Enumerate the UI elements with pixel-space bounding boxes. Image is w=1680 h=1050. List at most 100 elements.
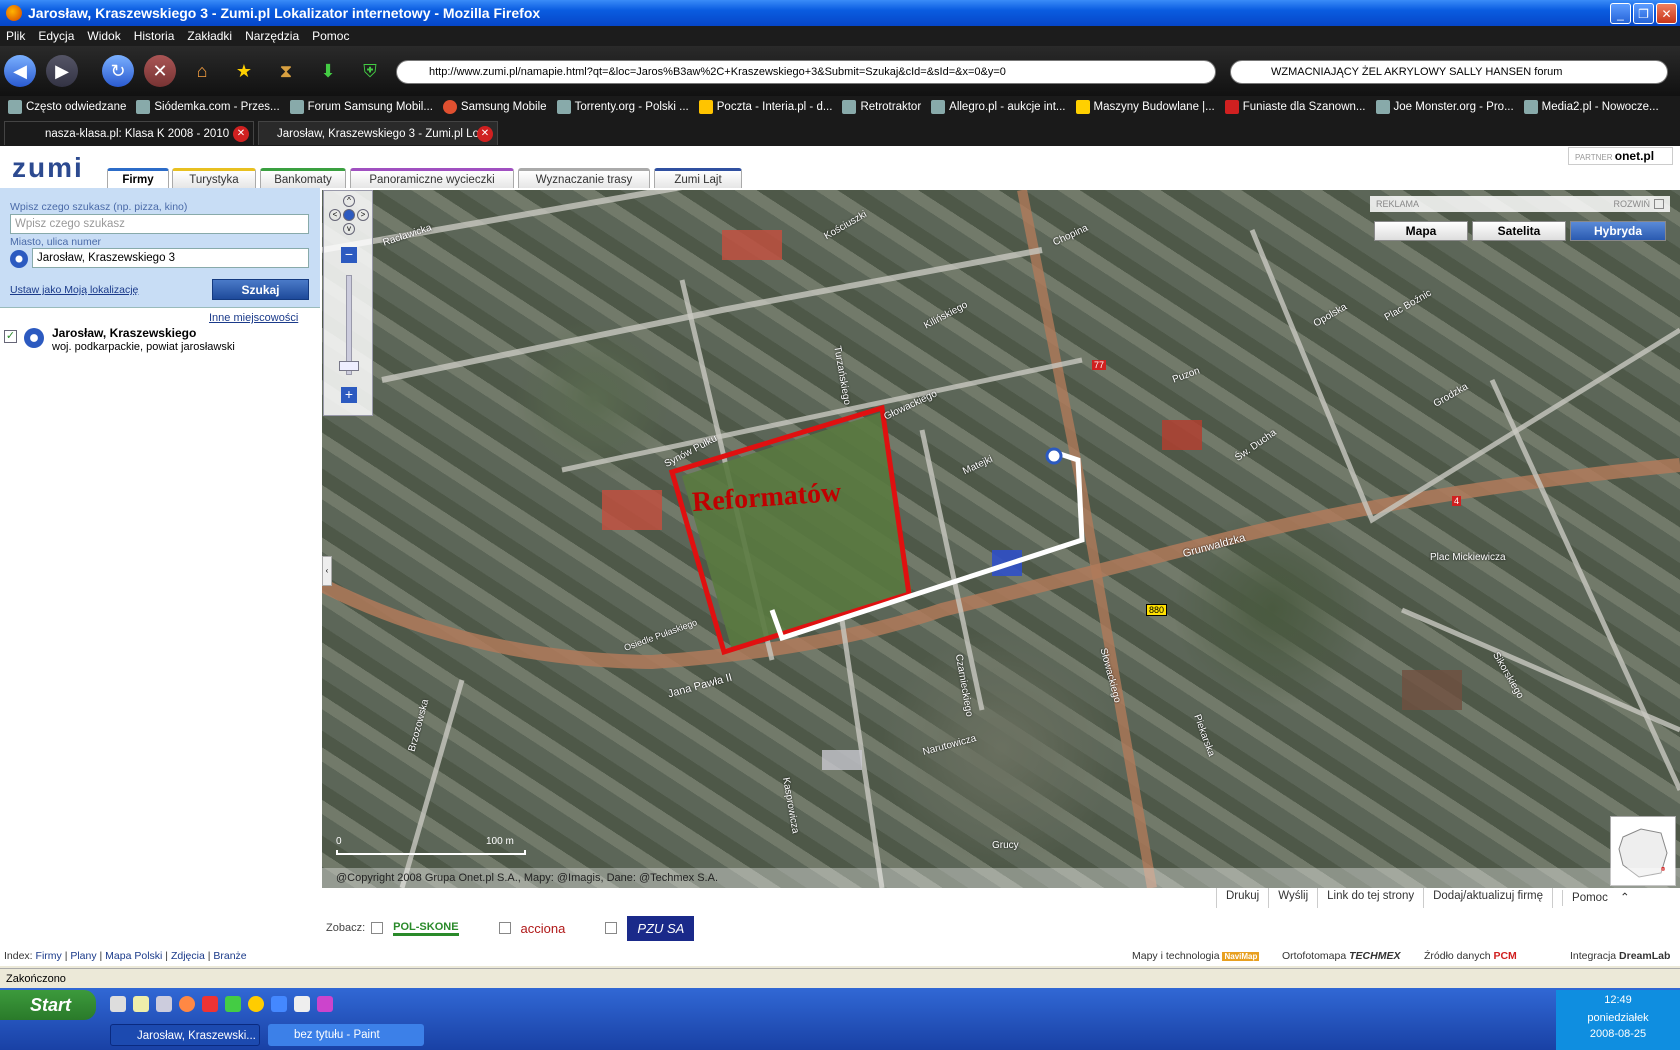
expand-checkbox[interactable] — [1654, 199, 1664, 209]
collapse-panel-icon[interactable]: ‹ — [322, 556, 332, 586]
menu-edit[interactable]: Edycja — [38, 29, 74, 43]
quick-launch-icon[interactable] — [248, 996, 264, 1012]
tab-zumi[interactable]: Jarosław, Kraszewskiego 3 - Zumi.pl Lo..… — [258, 121, 498, 145]
zoom-slider-track[interactable] — [346, 275, 352, 375]
tab-wyznaczanie-trasy[interactable]: Wyznaczanie trasy — [518, 168, 650, 188]
tab-turystyka[interactable]: Turystyka — [172, 168, 256, 188]
quick-launch-icon[interactable] — [317, 996, 333, 1012]
hourglass-icon[interactable]: ⧗ — [270, 55, 302, 87]
pan-center-icon[interactable] — [343, 209, 355, 221]
quick-launch-icon[interactable] — [202, 996, 218, 1012]
pan-up-icon[interactable]: ^ — [343, 195, 355, 207]
add-company-link[interactable]: Dodaj/aktualizuj firmę — [1423, 888, 1552, 908]
result-checkbox[interactable]: ✓ — [4, 330, 17, 343]
menu-view[interactable]: Widok — [87, 29, 120, 43]
scale-end: 100 m — [486, 836, 514, 847]
taskbar-item-paint[interactable]: bez tytułu - Paint — [268, 1024, 424, 1046]
bookmark-item[interactable]: Retrotraktor — [842, 100, 921, 114]
map-type-satelita[interactable]: Satelita — [1472, 221, 1566, 241]
zoom-slider-handle[interactable] — [339, 361, 359, 371]
pan-down-icon[interactable]: v — [343, 223, 355, 235]
set-location-link[interactable]: Ustaw jako Moją lokalizację — [10, 284, 138, 296]
home-icon[interactable]: ⌂ — [186, 55, 218, 87]
forward-icon[interactable]: ▶ — [46, 55, 78, 87]
quick-launch-icon[interactable] — [225, 996, 241, 1012]
sponsor-logo-polskone[interactable]: POL-SKONE — [393, 921, 459, 936]
addon-shield-icon[interactable]: ⛨ — [354, 55, 386, 87]
menu-file[interactable]: Plik — [6, 29, 25, 43]
map-view[interactable]: Reformatów Racławicka Kościuszki Chopina… — [322, 190, 1680, 888]
bookmark-item[interactable]: Funiaste dla Szanown... — [1224, 100, 1366, 114]
send-link[interactable]: Wyślij — [1268, 888, 1317, 908]
where-input[interactable]: Jarosław, Kraszewskiego 3 — [32, 248, 309, 268]
pan-right-icon[interactable]: > — [357, 209, 369, 221]
bookmark-star-icon[interactable]: ★ — [228, 55, 260, 87]
sponsor-logo-pzu[interactable]: PZU SA — [627, 915, 695, 941]
quick-launch-icon[interactable] — [271, 996, 287, 1012]
what-input[interactable]: Wpisz czego szukasz — [10, 214, 309, 234]
sponsor-checkbox[interactable] — [371, 922, 384, 934]
tab-nasza-klasa[interactable]: nasza-klasa.pl: Klasa K 2008 - 2010 ✕ — [4, 121, 254, 145]
sponsor-logo-acciona[interactable]: acciona — [521, 921, 566, 936]
pan-left-icon[interactable]: < — [329, 209, 341, 221]
map-type-mapa[interactable]: Mapa — [1374, 221, 1468, 241]
tab-zumi-lajt[interactable]: Zumi Lajt — [654, 168, 742, 188]
menu-bookmarks[interactable]: Zakładki — [187, 29, 232, 43]
tab-firmy[interactable]: Firmy — [107, 168, 169, 189]
close-tab-icon[interactable]: ✕ — [477, 126, 493, 142]
start-button[interactable]: Start — [0, 990, 96, 1020]
help-link[interactable]: Pomoc ⌃ — [1552, 888, 1639, 908]
reload-icon[interactable]: ↻ — [102, 55, 134, 87]
quick-launch-icon[interactable] — [110, 996, 126, 1012]
menu-history[interactable]: Historia — [134, 29, 175, 43]
tab-bankomaty[interactable]: Bankomaty — [260, 168, 346, 188]
quick-launch-icon[interactable] — [294, 996, 310, 1012]
close-button[interactable]: ✕ — [1656, 3, 1677, 24]
bookmark-item[interactable]: Maszyny Budowlane |... — [1075, 100, 1215, 114]
sponsor-checkbox[interactable] — [605, 922, 618, 934]
map-type-hybryda[interactable]: Hybryda — [1570, 221, 1666, 241]
zoom-in-icon[interactable]: + — [341, 387, 357, 403]
page-link[interactable]: Link do tej strony — [1317, 888, 1423, 908]
search-button[interactable]: Szukaj — [212, 279, 309, 300]
back-icon[interactable]: ◀ — [4, 55, 36, 87]
zumi-logo[interactable]: zumi — [12, 152, 84, 184]
quick-launch-icon[interactable] — [179, 996, 195, 1012]
bookmark-item[interactable]: Joe Monster.org - Pro... — [1375, 100, 1514, 114]
partner-badge[interactable]: PARTNER onet.pl — [1568, 147, 1673, 165]
address-bar[interactable]: http://www.zumi.pl/namapie.html?qt=&loc=… — [396, 60, 1216, 84]
sponsor-checkbox[interactable] — [498, 922, 511, 934]
result-title[interactable]: Jarosław, Kraszewskiego — [52, 326, 312, 340]
clock-time[interactable]: 12:49 — [1556, 994, 1680, 1006]
quick-launch-icon[interactable] — [156, 996, 172, 1012]
other-places-link[interactable]: Inne miejscowości — [209, 312, 298, 324]
scale-bar: 0 100 m — [336, 836, 526, 860]
footer-link-zdjecia[interactable]: Zdjęcia — [171, 950, 205, 962]
tab-panoramiczne-wycieczki[interactable]: Panoramiczne wycieczki — [350, 168, 514, 188]
stop-icon[interactable]: ✕ — [144, 55, 176, 87]
bookmark-item[interactable]: Samsung Mobile — [442, 100, 547, 114]
footer-link-firmy[interactable]: Firmy — [36, 950, 62, 962]
menu-tools[interactable]: Narzędzia — [245, 29, 299, 43]
quick-launch-icon[interactable] — [133, 996, 149, 1012]
bookmark-item[interactable]: Forum Samsung Mobil... — [289, 100, 433, 114]
bookmark-item[interactable]: Siódemka.com - Przes... — [136, 100, 280, 114]
print-link[interactable]: Drukuj — [1216, 888, 1268, 908]
taskbar-item-firefox[interactable]: Jarosław, Kraszewski... — [110, 1024, 260, 1046]
search-bar[interactable]: WZMACNIAJĄCY ŻEL AKRYLOWY SALLY HANSEN f… — [1230, 60, 1668, 84]
bookmark-item[interactable]: Media2.pl - Nowocze... — [1523, 100, 1659, 114]
zoom-out-icon[interactable]: − — [341, 247, 357, 263]
maximize-button[interactable]: ❐ — [1633, 3, 1654, 24]
bookmark-item[interactable]: Często odwiedzane — [8, 100, 126, 114]
bookmark-item[interactable]: Poczta - Interia.pl - d... — [698, 100, 832, 114]
bookmark-item[interactable]: Torrenty.org - Polski ... — [556, 100, 689, 114]
bookmark-item[interactable]: Allegro.pl - aukcje int... — [931, 100, 1066, 114]
menu-help[interactable]: Pomoc — [312, 29, 349, 43]
download-icon[interactable]: ⬇ — [312, 55, 344, 87]
footer-link-branze[interactable]: Branże — [213, 950, 246, 962]
minimize-button[interactable]: _ — [1610, 3, 1631, 24]
expand-ad-link[interactable]: ROZWIŃ — [1614, 196, 1651, 212]
close-tab-icon[interactable]: ✕ — [233, 126, 249, 142]
footer-link-mapa-polski[interactable]: Mapa Polski — [105, 950, 162, 962]
footer-link-plany[interactable]: Plany — [70, 950, 96, 962]
